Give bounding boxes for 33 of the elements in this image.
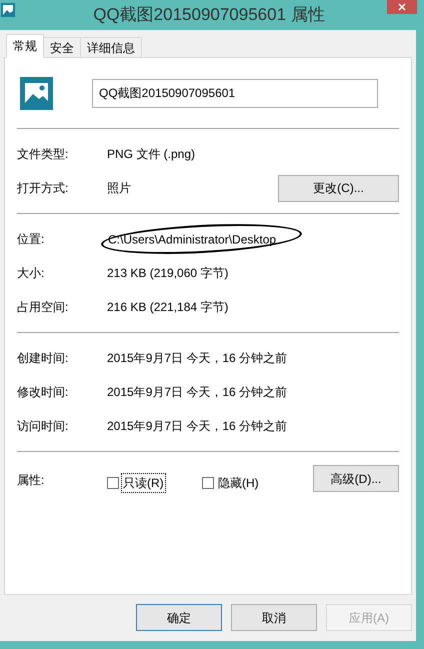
image-icon <box>1 3 15 17</box>
field-value: 216 KB (221,184 字节) <box>107 299 228 316</box>
dialog-button[interactable]: 确定 <box>136 604 222 631</box>
field-value: 2015年9月7日 今天，16 分钟之前 <box>107 384 288 401</box>
tab[interactable]: 常规 <box>6 34 44 58</box>
field-label: 占用空间: <box>17 299 70 316</box>
field-value: 213 KB (219,060 字节) <box>107 265 228 282</box>
image-icon <box>20 76 53 110</box>
field-label: 修改时间: <box>17 384 70 401</box>
field-value: PNG 文件 (.png) <box>107 146 196 163</box>
checkbox-label: 隐藏(H) <box>217 475 260 492</box>
close-button[interactable] <box>387 0 417 14</box>
window-title: QQ截图20150907095601 属性 <box>93 4 326 26</box>
field-label: 位置: <box>17 231 46 248</box>
dialog-button[interactable]: 更改(C)... <box>278 174 399 202</box>
field-label: 属性: <box>17 472 46 489</box>
field-label: 打开方式: <box>17 180 70 197</box>
close-icon <box>398 3 406 11</box>
field-label: 创建时间: <box>17 350 70 367</box>
dialog-button[interactable]: 高级(D)... <box>313 465 399 492</box>
checkbox[interactable] <box>107 477 119 489</box>
field-value: 2015年9月7日 今天，16 分钟之前 <box>107 418 288 435</box>
field-label: 访问时间: <box>17 418 70 435</box>
file-name-field[interactable]: QQ截图20150907095601 <box>92 78 378 108</box>
field-value: 照片 <box>107 180 131 197</box>
checkbox-label: 只读(R) <box>121 473 166 493</box>
checkbox[interactable] <box>202 477 214 489</box>
field-label: 大小: <box>17 265 46 282</box>
field-value: C:\Users\Administrator\Desktop <box>108 232 276 248</box>
field-value: 2015年9月7日 今天，16 分钟之前 <box>107 350 288 367</box>
field-label: 文件类型: <box>17 146 70 163</box>
tab[interactable]: 详细信息 <box>80 37 142 58</box>
dialog-button[interactable]: 取消 <box>231 604 317 631</box>
